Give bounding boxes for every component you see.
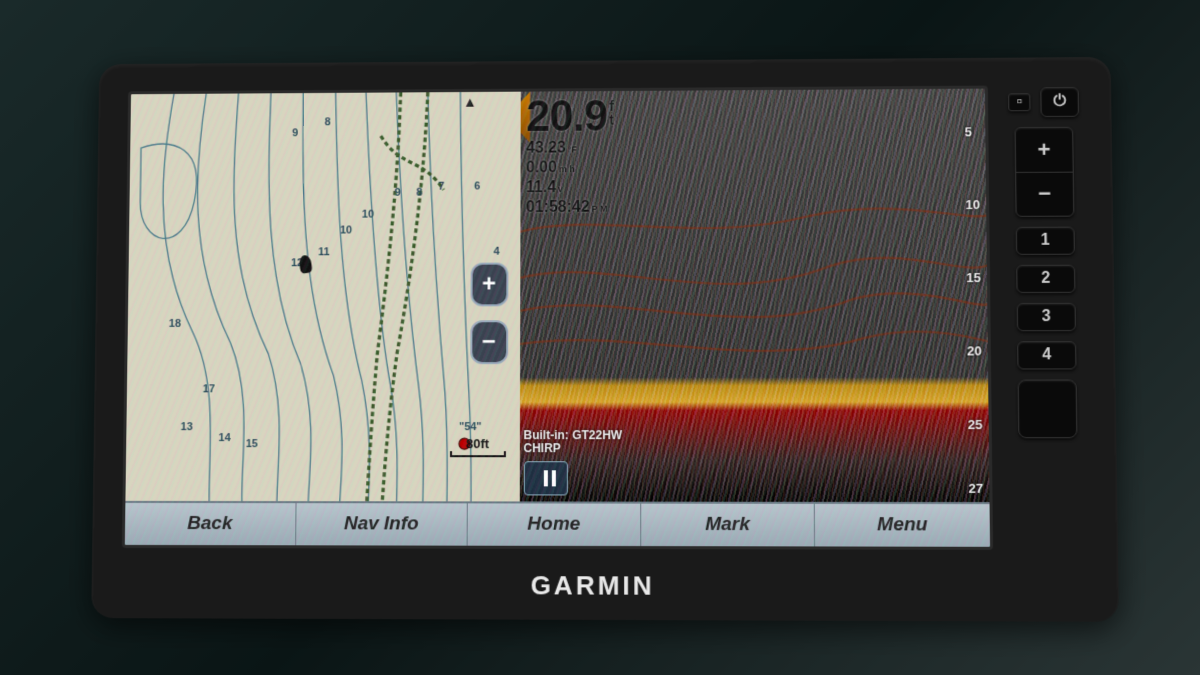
svg-text:13: 13 [181, 421, 193, 433]
map-zoom-in-button[interactable]: + [470, 262, 508, 306]
brand-logo: GARMIN [530, 570, 654, 602]
north-indicator: ▲ [463, 93, 477, 109]
hw-zoom-in[interactable]: + [1016, 127, 1073, 172]
sonar-pane[interactable]: 20.9 f t 43.23°F 0.00m h 11.4v 01:58:42P… [519, 88, 989, 501]
svg-text:14: 14 [219, 432, 231, 444]
svg-text:8: 8 [416, 186, 422, 198]
softkey-mark[interactable]: Mark [641, 503, 815, 546]
svg-text:15: 15 [246, 437, 258, 449]
map-scale: 80ft [450, 436, 506, 457]
hw-backlight-button[interactable]: ▫ [1008, 93, 1030, 111]
voltage-value: 11.4 [526, 178, 556, 198]
svg-text:8: 8 [325, 116, 331, 128]
data-overlay: 20.9 f t 43.23°F 0.00m h 11.4v 01:58:42P… [526, 94, 613, 217]
svg-text:11: 11 [318, 246, 330, 258]
svg-text:"54": "54" [459, 421, 482, 433]
svg-text:9: 9 [395, 186, 401, 198]
softkey-bar: Back Nav Info Home Mark Menu [125, 500, 990, 546]
hw-button-3[interactable]: 3 [1017, 302, 1076, 330]
temp-value: 43.23 [526, 138, 566, 158]
svg-text:18: 18 [169, 317, 181, 329]
hw-button-2[interactable]: 2 [1016, 264, 1075, 292]
hw-power-button[interactable]: ⏻ [1040, 86, 1079, 116]
hw-button-4[interactable]: 4 [1017, 341, 1076, 369]
hw-zoom-rocker[interactable]: + − [1015, 126, 1075, 216]
map-zoom-out-button[interactable]: − [470, 320, 508, 364]
svg-text:4: 4 [494, 245, 500, 257]
split-view: 18 17 13 14 15 12 11 10 10 9 8 7 9 8 [125, 88, 989, 501]
transducer-label: Built-in: GT22HW CHIRP [523, 428, 622, 455]
svg-text:10: 10 [340, 224, 352, 236]
softkey-home[interactable]: Home [468, 503, 641, 546]
softkey-navinfo[interactable]: Nav Info [296, 503, 468, 546]
hw-button-1[interactable]: 1 [1016, 226, 1075, 254]
map-scale-label: 80ft [466, 436, 489, 451]
speed-value: 0.00 [526, 158, 557, 178]
screen-bezel: 18 17 13 14 15 12 11 10 10 9 8 7 9 8 [122, 85, 993, 549]
softkey-back[interactable]: Back [125, 502, 296, 544]
screen: 18 17 13 14 15 12 11 10 10 9 8 7 9 8 [125, 88, 990, 546]
hw-zoom-out[interactable]: − [1016, 172, 1073, 216]
svg-text:17: 17 [203, 383, 215, 395]
softkey-menu[interactable]: Menu [815, 503, 990, 546]
time-value: 01:58:42 [526, 197, 590, 217]
chart-pane[interactable]: 18 17 13 14 15 12 11 10 10 9 8 7 9 8 [125, 91, 520, 501]
device-chassis: 18 17 13 14 15 12 11 10 10 9 8 7 9 8 [91, 56, 1119, 621]
svg-text:9: 9 [292, 127, 298, 139]
svg-text:7: 7 [438, 180, 444, 192]
svg-text:6: 6 [474, 180, 480, 192]
hardware-button-panel: ▫ ⏻ + − 1 2 3 4 [1006, 84, 1087, 549]
svg-text:10: 10 [362, 208, 374, 220]
hw-select-pad[interactable] [1018, 379, 1078, 438]
depth-value: 20.9 [526, 95, 607, 139]
sonar-pause-button[interactable] [523, 461, 567, 495]
